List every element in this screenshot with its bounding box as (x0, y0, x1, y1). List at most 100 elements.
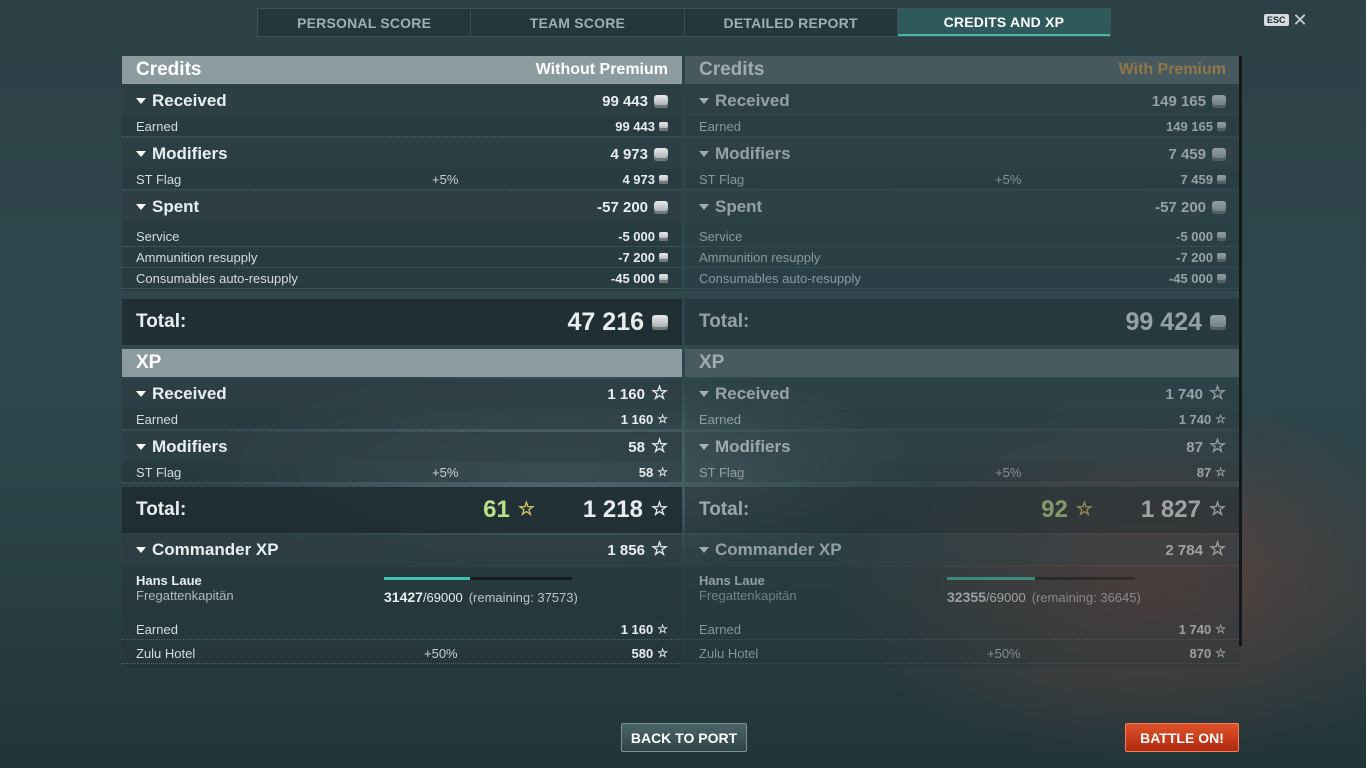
xp-received-section[interactable]: Received 1 740 ☆ (685, 379, 1240, 409)
commander-xp-value: 1 856 (607, 541, 645, 559)
close-icon[interactable]: ✕ (1293, 11, 1308, 29)
spent-section[interactable]: Spent -57 200 (122, 192, 682, 222)
received-section[interactable]: Received 149 165 (685, 86, 1240, 116)
row-label: ST Flag (699, 171, 745, 187)
panel-without-premium: Credits Without Premium Received 99 443 … (122, 56, 682, 696)
row-label: Earned (699, 118, 741, 134)
section-label: Modifiers (715, 144, 791, 163)
xp-total: Total: 61 ☆ 1 218 ☆ (122, 487, 682, 533)
battle-on-button[interactable]: BATTLE ON! (1125, 723, 1239, 752)
xp-star-icon: ☆ (1208, 383, 1226, 404)
progress-fill (947, 577, 1036, 580)
credits-icon (654, 94, 668, 108)
row-value: 1 160 (620, 621, 654, 637)
service-row: Service -5 000 (685, 226, 1240, 247)
commander-xp-remaining: (remaining: 37573) (468, 590, 578, 605)
row-label: Consumables auto-resupply (699, 270, 861, 286)
collapse-triangle-icon[interactable] (699, 151, 709, 157)
credits-icon (659, 231, 668, 241)
row-value: 1 740 (1178, 621, 1212, 637)
tab-team-score[interactable]: TEAM SCORE (471, 9, 685, 36)
section-label: Modifiers (152, 437, 228, 456)
commander-xp-remaining: (remaining: 36645) (1031, 590, 1141, 605)
credits-total-value: 99 424 (1125, 307, 1202, 336)
xp-received-section[interactable]: Received 1 160 ☆ (122, 379, 682, 409)
esc-key-hint: ESC (1264, 14, 1289, 26)
xp-modifiers-section[interactable]: Modifiers 58 ☆ (122, 432, 682, 462)
row-label: ST Flag (699, 464, 745, 480)
collapse-triangle-icon[interactable] (136, 204, 146, 210)
collapse-triangle-icon[interactable] (699, 391, 709, 397)
row-value: 4 973 (622, 171, 655, 187)
scrollbar[interactable] (1239, 56, 1242, 646)
xp-received-value: 1 160 (607, 385, 645, 403)
row-label: Earned (136, 411, 178, 427)
modifiers-section[interactable]: Modifiers 7 459 (685, 139, 1240, 169)
zulu-hotel-row: Zulu Hotel +50% 870 ☆ (685, 643, 1240, 664)
collapse-triangle-icon[interactable] (699, 547, 709, 553)
xp-title: XP (136, 352, 162, 373)
xp-st-flag-row: ST Flag +5% 58 ☆ (122, 462, 682, 483)
collapse-triangle-icon[interactable] (699, 444, 709, 450)
modifiers-value: 7 459 (1168, 145, 1206, 163)
spent-section[interactable]: Spent -57 200 (685, 192, 1240, 222)
xp-star-icon: ☆ (1215, 622, 1226, 636)
xp-star-icon: ☆ (1208, 539, 1226, 560)
row-value: 1 740 (1178, 411, 1212, 427)
panel-with-premium: Credits With Premium Received 149 165 Ea… (685, 56, 1240, 696)
xp-total-value: 1 218 (582, 496, 643, 523)
collapse-triangle-icon[interactable] (136, 444, 146, 450)
commander-earned-row: Earned 1 740 ☆ (685, 619, 1240, 640)
collapse-triangle-icon[interactable] (136, 391, 146, 397)
modifiers-section[interactable]: Modifiers 4 973 (122, 139, 682, 169)
zulu-hotel-row: Zulu Hotel +50% 580 ☆ (122, 643, 682, 664)
xp-total-value: 1 827 (1140, 496, 1201, 523)
xp-star-icon: ☆ (1215, 465, 1226, 479)
collapse-triangle-icon[interactable] (699, 204, 709, 210)
received-section[interactable]: Received 99 443 (122, 86, 682, 116)
tab-personal-score[interactable]: PERSONAL SCORE (258, 9, 472, 36)
commander-xp-section[interactable]: Commander XP 1 856 ☆ (122, 535, 682, 565)
xp-modifiers-section[interactable]: Modifiers 87 ☆ (685, 432, 1240, 462)
row-value: -5 000 (618, 228, 655, 244)
commander-xp-section[interactable]: Commander XP 2 784 ☆ (685, 535, 1240, 565)
section-label: Received (715, 384, 790, 403)
st-flag-row: ST Flag +5% 7 459 (685, 169, 1240, 190)
collapse-triangle-icon[interactable] (136, 547, 146, 553)
credits-icon (1217, 174, 1226, 184)
service-row: Service -5 000 (122, 226, 682, 247)
row-label: Earned (136, 118, 178, 134)
xp-header: XP (685, 349, 1240, 377)
credits-total-value: 47 216 (567, 307, 644, 336)
xp-total: Total: 92 ☆ 1 827 ☆ (685, 487, 1240, 533)
commander-xp-value: 2 784 (1165, 541, 1203, 559)
back-to-port-button[interactable]: BACK TO PORT (621, 723, 747, 752)
collapse-triangle-icon[interactable] (136, 98, 146, 104)
row-percent: +5% (432, 464, 459, 480)
received-value: 99 443 (602, 92, 648, 110)
credits-header: Credits Without Premium (122, 56, 682, 84)
row-value: 7 459 (1180, 171, 1213, 187)
total-label: Total: (136, 311, 187, 332)
xp-star-icon: ☆ (650, 499, 668, 520)
xp-header: XP (122, 349, 682, 377)
credits-icon (1217, 231, 1226, 241)
xp-modifiers-value: 87 (1186, 438, 1203, 456)
collapse-triangle-icon[interactable] (699, 98, 709, 104)
credits-icon (1210, 314, 1226, 330)
row-value: -45 000 (1168, 270, 1213, 286)
tab-detailed-report[interactable]: DETAILED REPORT (685, 9, 898, 36)
commander-rank: Fregattenkapitän (136, 588, 234, 603)
credits-icon (1212, 147, 1226, 161)
commander-name: Hans Laue (699, 573, 765, 588)
close-button[interactable]: ESC ✕ (1264, 11, 1308, 29)
row-label: Service (136, 228, 180, 244)
ammo-row: Ammunition resupply -7 200 (685, 247, 1240, 268)
row-label: Earned (699, 411, 741, 427)
commander-name: Hans Laue (136, 573, 202, 588)
collapse-triangle-icon[interactable] (136, 151, 146, 157)
xp-received-value: 1 740 (1165, 385, 1203, 403)
total-label: Total: (699, 311, 750, 332)
free-xp-value: 92 (1041, 496, 1068, 523)
tab-credits-and-xp[interactable]: CREDITS AND XP (897, 9, 1110, 36)
